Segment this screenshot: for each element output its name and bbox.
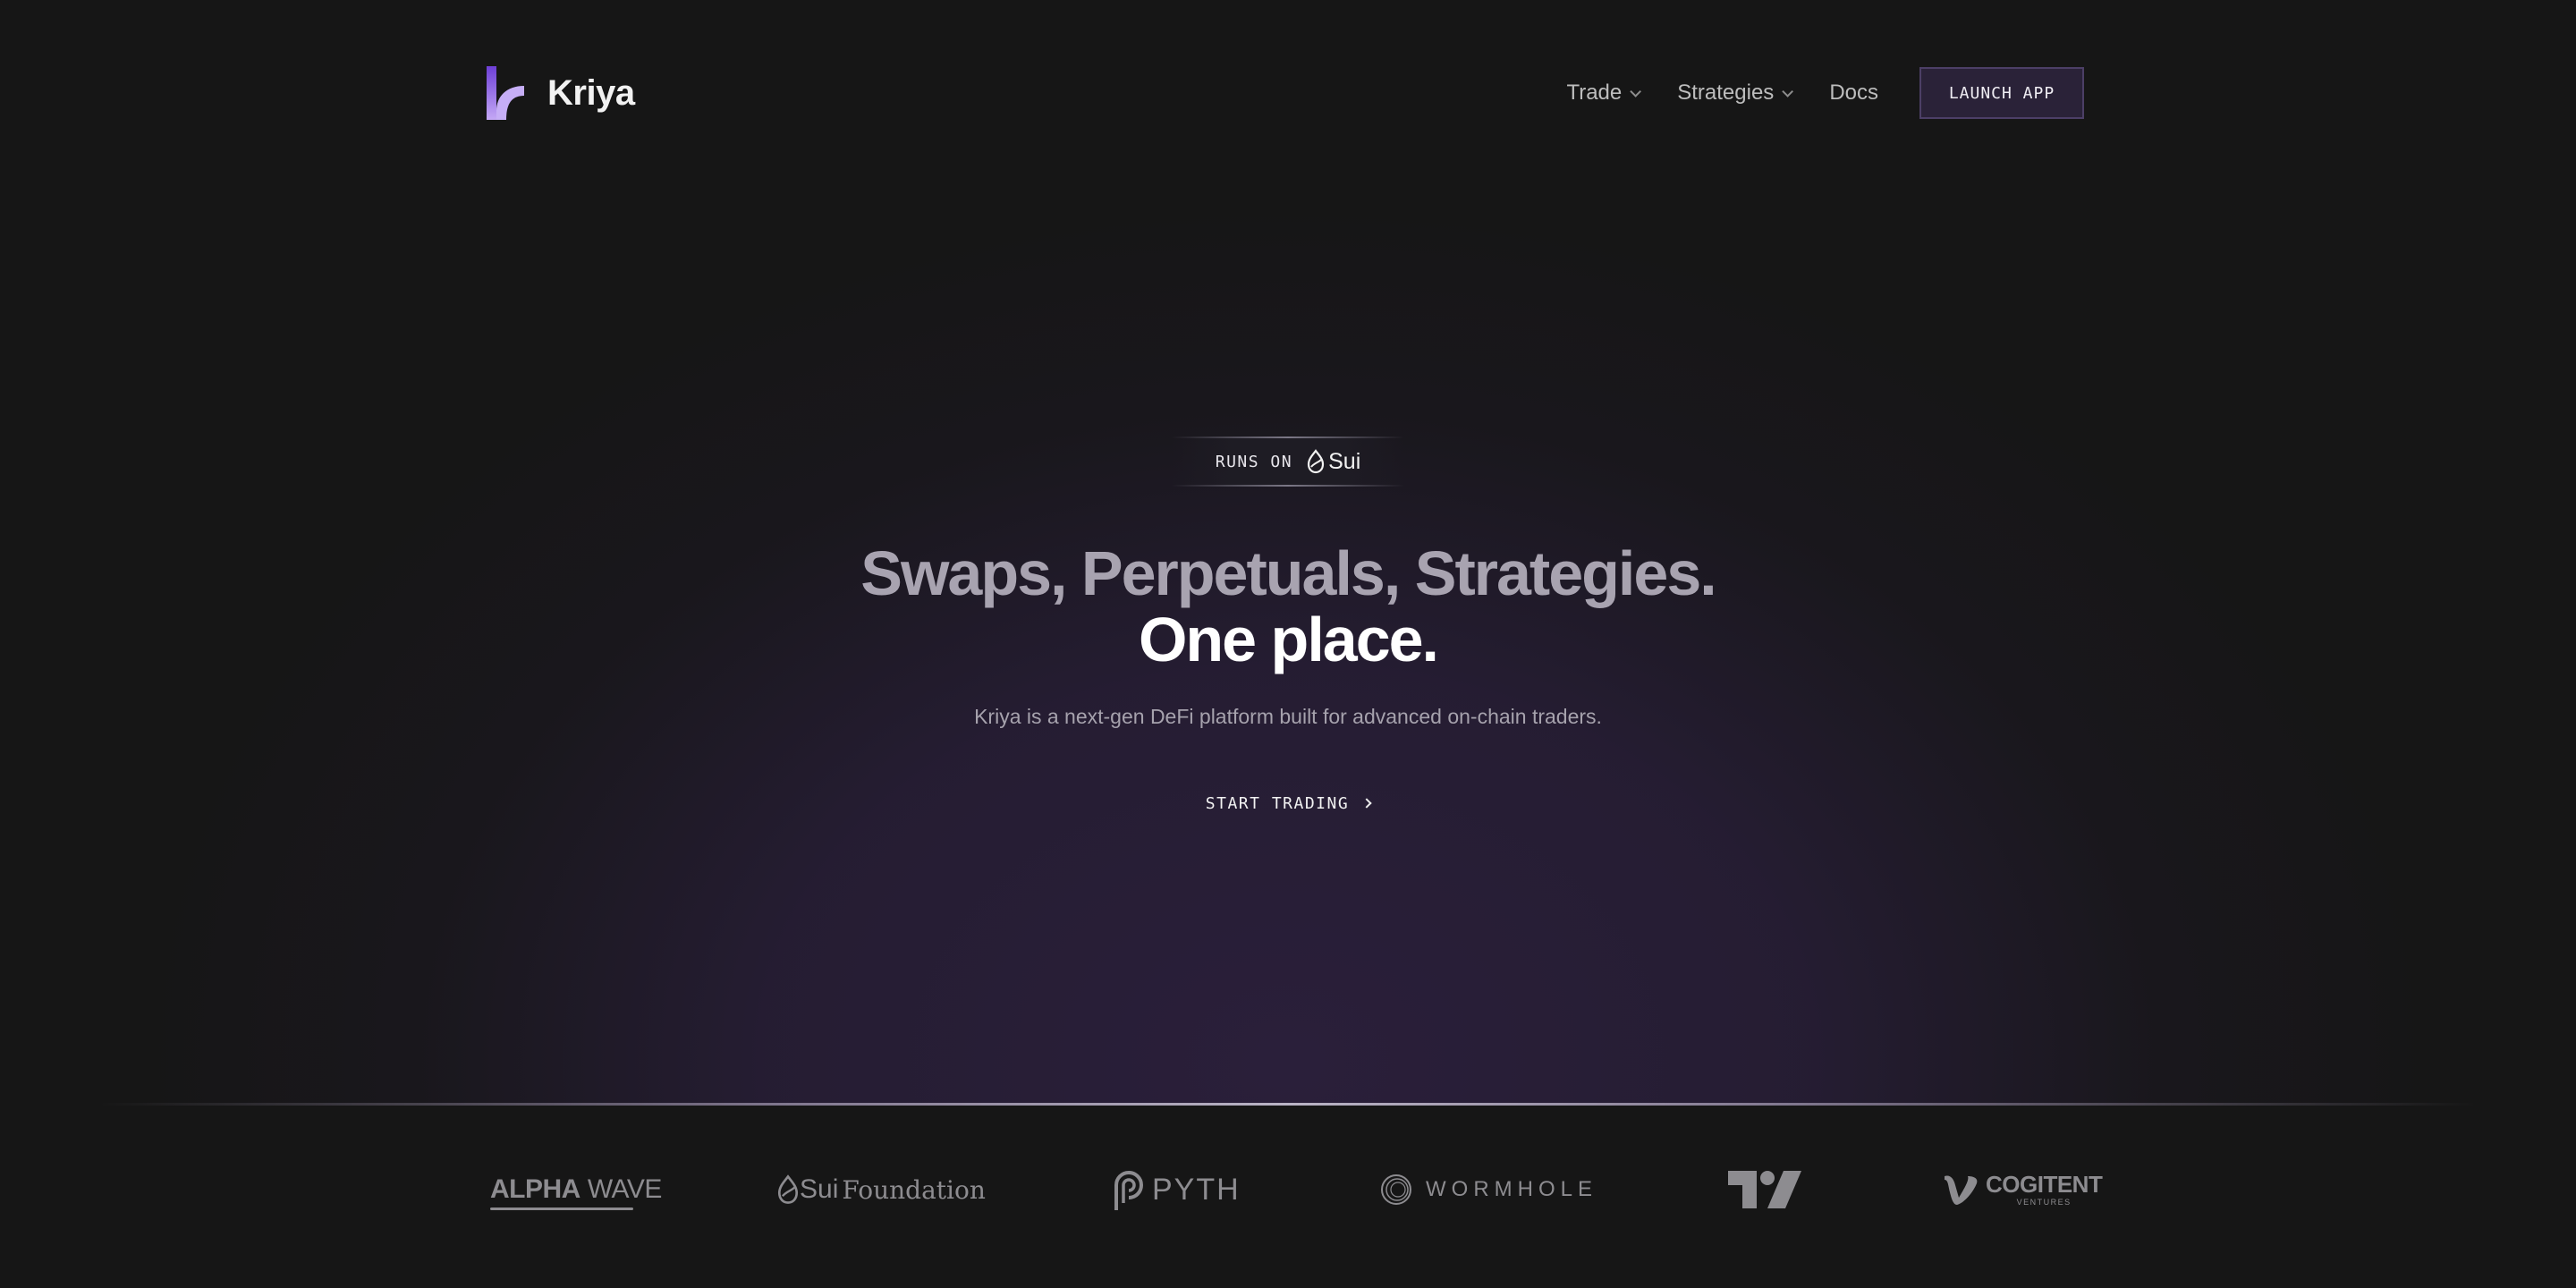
chevron-down-icon	[1782, 85, 1794, 97]
runs-on-sui-badge: RUNS ON Sui	[1172, 436, 1404, 487]
chevron-down-icon	[1630, 85, 1642, 97]
start-trading-button[interactable]: START TRADING	[1199, 787, 1377, 819]
site-header: Kriya Trade Strategies Docs LAUNCH APP	[487, 66, 2084, 120]
brand-logo[interactable]: Kriya	[487, 66, 635, 120]
partner-tradingview-logo	[1728, 1163, 1801, 1216]
partner-logos: ALPHA WAVE Sui Foundation PYTH WORMHOLE	[487, 1163, 2103, 1216]
badge-chain-name: Sui	[1328, 448, 1361, 474]
partner-wormhole-logo: WORMHOLE	[1379, 1163, 1597, 1216]
hero-horizon-line	[98, 1103, 2478, 1106]
launch-app-button[interactable]: LAUNCH APP	[1919, 67, 2084, 119]
pyth-wordmark: PYTH	[1152, 1172, 1241, 1207]
tradingview-icon	[1728, 1171, 1801, 1208]
sui-drop-icon	[1308, 449, 1325, 474]
start-trading-label: START TRADING	[1205, 793, 1350, 813]
pyth-icon	[1114, 1171, 1143, 1210]
nav-item-label: Trade	[1566, 80, 1623, 105]
badge-prefix: RUNS ON	[1215, 452, 1293, 471]
partner-sui-foundation-logo: Sui Foundation	[776, 1163, 986, 1216]
wormhole-icon	[1381, 1174, 1411, 1205]
headline-line-1: Swaps, Perpetuals, Strategies.	[860, 538, 1716, 608]
sui-drop-icon	[777, 1174, 799, 1204]
sui-foundation-sui: Sui	[800, 1174, 839, 1204]
kriya-logo-icon	[487, 66, 524, 120]
headline-line-2: One place.	[1138, 605, 1439, 674]
alpha-wave-bold: ALPHA	[490, 1174, 580, 1204]
nav-item-label: Docs	[1829, 80, 1878, 105]
nav-item-trade[interactable]: Trade	[1566, 80, 1642, 106]
hero-headline: Swaps, Perpetuals, Strategies. One place…	[0, 540, 2576, 673]
cogitent-wordmark: COGITENT VENTURES	[1986, 1171, 2103, 1207]
sui-foundation-rest: Foundation	[842, 1174, 986, 1205]
alpha-wave-light: WAVE	[587, 1174, 663, 1204]
brand-name: Kriya	[547, 72, 635, 113]
partner-cogitent-logo: COGITENT VENTURES	[1943, 1163, 2103, 1216]
partner-pyth-logo: PYTH	[1109, 1163, 1241, 1216]
cogitent-v-icon	[1945, 1175, 1978, 1205]
wormhole-wordmark: WORMHOLE	[1426, 1177, 1597, 1201]
nav-item-strategies[interactable]: Strategies	[1677, 80, 1794, 106]
cogitent-main: COGITENT	[1986, 1171, 2103, 1198]
nav-item-label: Strategies	[1677, 80, 1775, 105]
cogitent-sub: VENTURES	[2016, 1198, 2072, 1207]
nav-item-docs[interactable]: Docs	[1829, 80, 1878, 106]
hero-subtitle: Kriya is a next-gen DeFi platform built …	[974, 705, 1602, 728]
chevron-right-icon	[1361, 798, 1372, 809]
main-nav: Trade Strategies Docs LAUNCH APP	[1566, 66, 2084, 120]
alpha-wave-underline	[490, 1208, 633, 1210]
